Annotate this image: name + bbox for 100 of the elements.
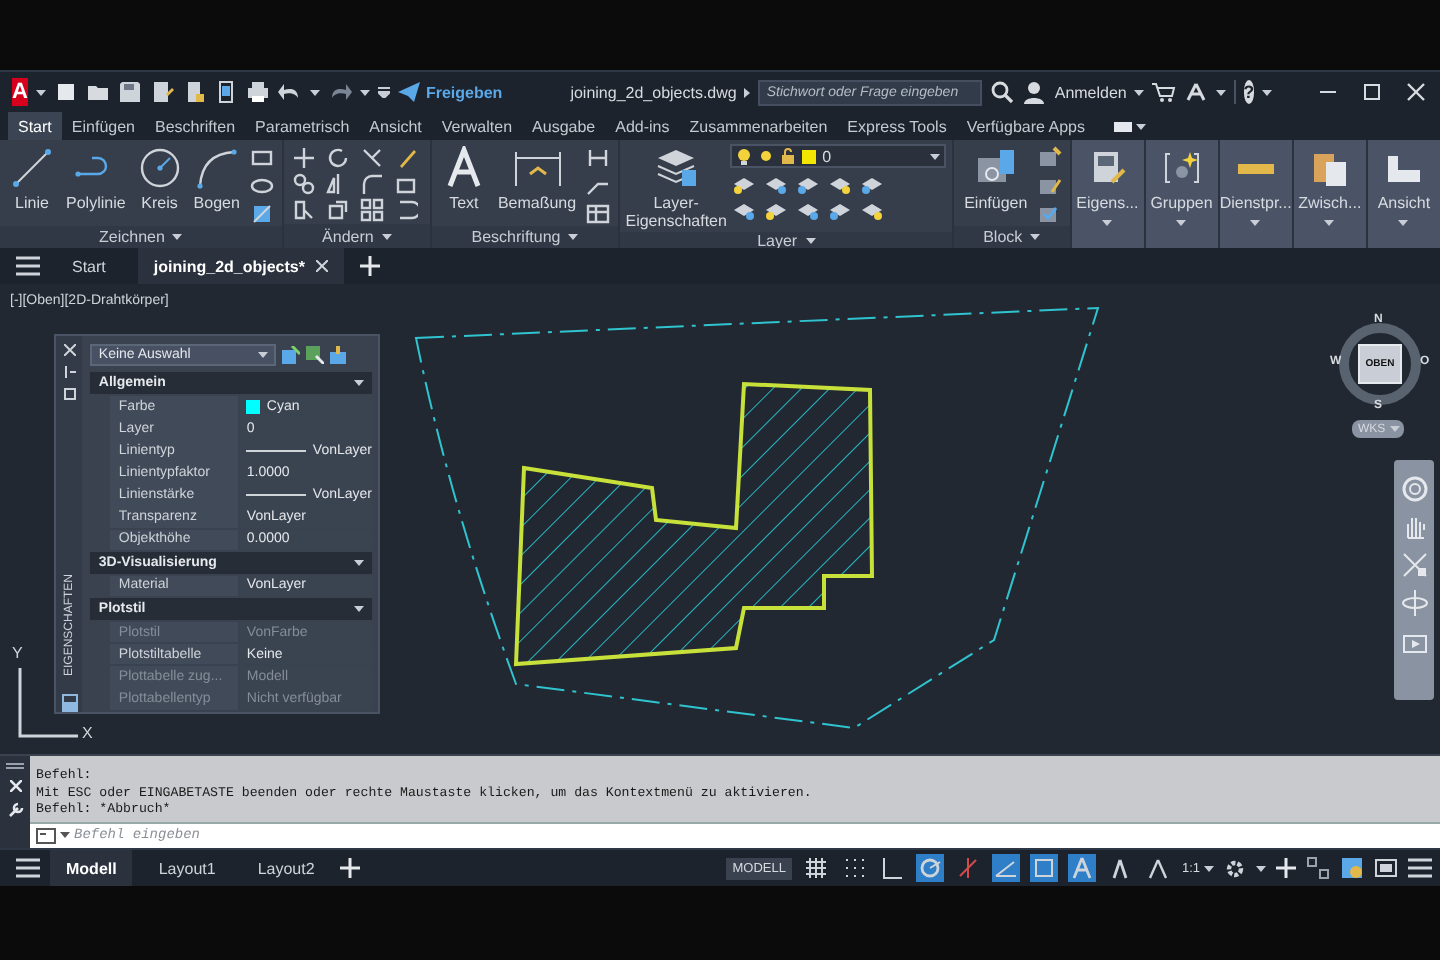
caret-icon[interactable] [1216, 89, 1227, 95]
ribbon-tab[interactable]: Start [8, 112, 62, 140]
ribbon-tab[interactable]: Ansicht [359, 112, 432, 140]
collapsed-panel-button[interactable]: Zwisch... [1293, 140, 1366, 248]
grid-icon[interactable] [801, 854, 830, 882]
ribbon-tab[interactable]: Express Tools [837, 112, 957, 140]
square-snap-icon[interactable] [1029, 854, 1058, 882]
menu-icon[interactable] [1408, 858, 1432, 878]
ribbon-tab[interactable]: Ausgabe [522, 112, 606, 140]
ribbon-tab[interactable]: Verfügbare Apps [956, 112, 1095, 140]
stretch-icon[interactable] [291, 197, 316, 221]
phone-icon[interactable] [213, 80, 238, 104]
tool-button[interactable]: Bogen [189, 144, 244, 214]
file-tab[interactable]: joining_2d_objects* [137, 248, 345, 284]
ribbon-tab[interactable]: Add-ins [605, 112, 680, 140]
panel-title-button[interactable]: Block [954, 226, 1070, 248]
caret-icon[interactable] [60, 832, 70, 838]
caret-icon[interactable] [309, 89, 320, 95]
gear-icon[interactable] [1224, 857, 1246, 879]
rectangle-icon[interactable] [249, 145, 274, 169]
angle-icon[interactable] [991, 854, 1020, 882]
create-block-icon[interactable] [1037, 145, 1062, 169]
panel-title-button[interactable]: Zeichnen [0, 226, 282, 248]
collapsed-panel-button[interactable]: Dienstpr... [1219, 140, 1292, 248]
folder-icon[interactable] [85, 80, 110, 104]
close-icon[interactable] [1404, 80, 1428, 104]
menu-icon[interactable] [16, 858, 40, 878]
file-tab[interactable]: Start [56, 248, 122, 284]
prompt-icon[interactable] [36, 827, 56, 843]
user-icon[interactable] [1022, 80, 1047, 104]
isolate-icon[interactable] [1306, 856, 1330, 880]
panel-title-button[interactable]: Beschriftung [431, 226, 619, 248]
caret-icon[interactable] [1256, 865, 1266, 871]
ribbon-tab[interactable]: Zusammenarbeiten [679, 112, 838, 140]
quick-select-icon[interactable] [330, 346, 349, 364]
rotate-icon[interactable] [325, 145, 350, 169]
tool-button[interactable]: Kreis [133, 144, 186, 214]
array-icon[interactable] [359, 197, 384, 221]
plus-icon[interactable] [360, 256, 381, 276]
tool-button[interactable]: Bemaßung [493, 144, 581, 214]
collapsed-panel-button[interactable]: Ansicht [1367, 140, 1440, 248]
layout-tab[interactable]: Layout2 [241, 850, 331, 886]
square-icon[interactable] [63, 388, 76, 400]
palette-icon[interactable] [61, 694, 78, 712]
tool-button[interactable]: Einfügen [960, 144, 1032, 214]
caret-icon[interactable] [1262, 89, 1273, 95]
layout-tab[interactable]: Modell [50, 850, 133, 886]
ribbon-tab[interactable]: Beschriften [145, 112, 246, 140]
polar-icon[interactable] [915, 854, 944, 882]
tool-button[interactable]: Layer-Eigenschaften [626, 144, 727, 232]
plus-icon[interactable] [340, 858, 361, 878]
layer-dropdown[interactable]: 0 [730, 144, 947, 168]
collapsed-panel-button[interactable]: Eigens... [1071, 140, 1144, 248]
caret-icon[interactable] [35, 89, 46, 95]
close-icon[interactable] [316, 260, 329, 272]
sign-in-button[interactable]: Anmelden [1054, 83, 1127, 101]
save-as-icon[interactable] [149, 80, 174, 104]
grip-icon[interactable] [6, 762, 24, 770]
pin-icon[interactable] [63, 366, 76, 378]
fullscreen-icon[interactable] [1374, 856, 1398, 880]
tool-button[interactable]: Linie [6, 144, 58, 214]
menu-icon[interactable] [16, 256, 40, 276]
dropdown-icon[interactable] [377, 86, 390, 98]
ribbon-tab[interactable]: Verwalten [431, 112, 523, 140]
wrench-icon[interactable] [7, 802, 23, 818]
copy-icon[interactable] [291, 171, 316, 195]
layout-tab[interactable]: Layout1 [142, 850, 232, 886]
app-logo[interactable]: A [12, 78, 28, 106]
ribbon-tab[interactable]: Parametrisch [245, 112, 360, 140]
help-button[interactable]: ? [1243, 80, 1255, 104]
printer-icon[interactable] [245, 80, 270, 104]
cart-icon[interactable] [1152, 80, 1177, 104]
save-icon[interactable] [117, 80, 142, 104]
caret-right-icon[interactable] [744, 87, 751, 97]
hatch-icon[interactable] [249, 201, 274, 225]
caret-icon[interactable] [359, 89, 370, 95]
right-angle-icon[interactable] [877, 854, 906, 882]
move-icon[interactable] [291, 145, 316, 169]
annotation-icon[interactable] [1067, 854, 1096, 882]
redo-icon[interactable] [327, 80, 352, 104]
close-icon[interactable] [9, 780, 21, 792]
panel-title-button[interactable]: Ändern [283, 224, 430, 248]
pick-icon[interactable] [306, 346, 325, 364]
undo-icon[interactable] [277, 80, 302, 104]
hardware-icon[interactable] [1340, 856, 1364, 880]
ribbon-tab[interactable]: Einfügen [61, 112, 145, 140]
linear-dimension-icon[interactable] [586, 145, 611, 169]
trim-icon[interactable] [359, 145, 384, 169]
collapsed-panel-button[interactable]: Gruppen [1145, 140, 1218, 248]
caret-icon[interactable] [1134, 89, 1145, 95]
tool-button[interactable]: Polylinie [62, 144, 130, 214]
attribute-icon[interactable] [1037, 201, 1062, 225]
scale-icon[interactable] [325, 197, 350, 221]
search-icon[interactable] [990, 80, 1015, 104]
ellipse-icon[interactable] [249, 173, 274, 197]
caret-icon[interactable] [1136, 123, 1147, 129]
fillet-icon[interactable] [359, 171, 384, 195]
panel-toggle-icon[interactable] [1114, 121, 1133, 131]
share-button[interactable]: Freigeben [397, 82, 503, 102]
new-file-icon[interactable] [53, 80, 78, 104]
